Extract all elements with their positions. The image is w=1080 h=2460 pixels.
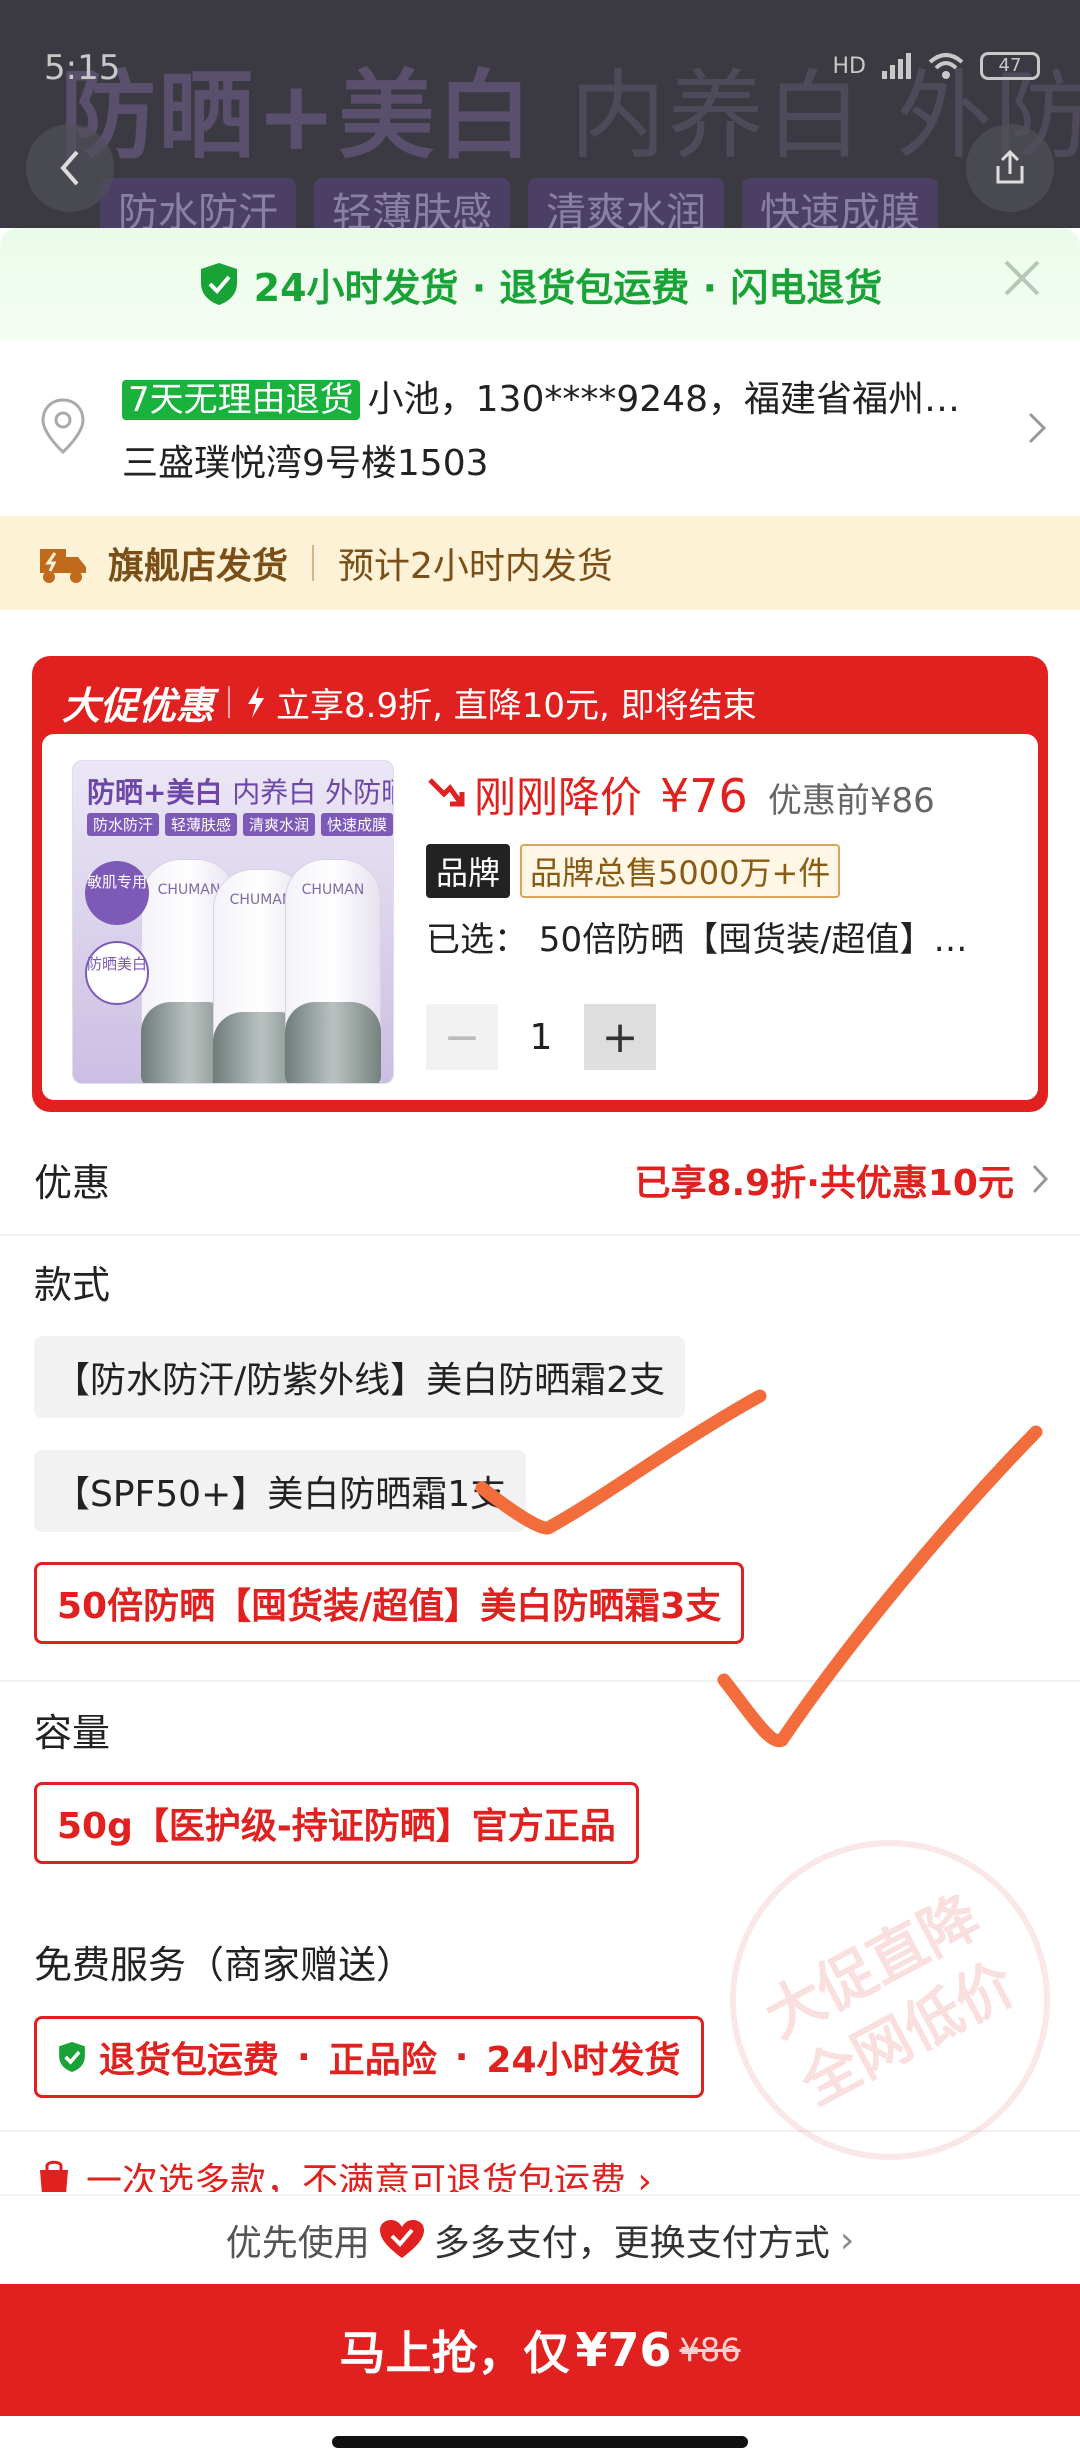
style-section-label: 款式	[34, 1263, 111, 1307]
services-badge[interactable]: 退货包运费 · 正品险 · 24小时发货	[34, 2016, 704, 2098]
price-down-arrow-icon	[428, 778, 465, 807]
shipping-guarantee-strip: 24小时发货 · 退货包运费 · 闪电退货	[0, 228, 1080, 340]
promo-card: 大促优惠 立享8.9折, 直降10元, 即将结束 防晒+美白 内养白 外防晒 防…	[32, 656, 1048, 1112]
back-button[interactable]	[26, 124, 114, 212]
delivery-truck-icon	[40, 549, 86, 583]
wifi-icon	[928, 53, 964, 79]
promo-product-panel: 防晒+美白 内养白 外防晒 防水防汗 轻薄肤感 清爽水润 快速成膜 CHUMAN…	[42, 734, 1038, 1100]
product-image-chip: 轻薄肤感	[165, 813, 237, 836]
return-policy-tag: 7天无理由退货	[122, 380, 360, 420]
product-thumbnail[interactable]: 防晒+美白 内养白 外防晒 防水防汗 轻薄肤感 清爽水润 快速成膜 CHUMAN…	[72, 760, 394, 1084]
quantity-decrease-button[interactable]: −	[426, 1004, 498, 1070]
multi-select-tip-text: 一次选多款，不满意可退货包运费 ›	[86, 2161, 652, 2192]
sensitive-skin-badge: 敏肌专用	[85, 861, 149, 925]
shield-check-icon	[59, 2042, 85, 2072]
services-section-label: 免费服务（商家赠送）	[34, 1943, 415, 1987]
product-image-chip: 快速成膜	[321, 813, 393, 836]
brand-tag: 品牌	[426, 844, 511, 898]
original-price: 优惠前¥86	[767, 781, 935, 821]
quantity-value[interactable]: 1	[498, 1017, 584, 1058]
price-row: 刚刚降价 ¥76 优惠前¥86	[426, 764, 935, 825]
banner-chip: 轻薄肤感	[314, 178, 510, 228]
share-icon	[996, 149, 1024, 184]
buy-button-label: 马上抢，仅	[339, 2326, 570, 2380]
payment-prefix: 优先使用	[225, 2223, 370, 2264]
shopping-bag-icon	[40, 2160, 68, 2192]
address-contact: 小池，130****9248，福建省福州…	[367, 379, 960, 420]
address-row[interactable]: 7天无理由退货 小池，130****9248，福建省福州… 三盛璞悦湾9号楼150…	[0, 340, 1080, 516]
price-drop-label: 刚刚降价	[474, 773, 643, 822]
separator: ·	[297, 2036, 311, 2078]
banner-chip: 快速成膜	[742, 178, 938, 228]
product-tube: CHUMAN	[285, 859, 381, 1083]
address-line-1: 7天无理由退货 小池，130****9248，福建省福州…	[122, 370, 960, 422]
discount-label: 优惠	[34, 1161, 111, 1205]
product-banner: 防晒+美白 内养白 外防晒 防水防汗 轻薄肤感 清爽水润 快速成膜	[0, 0, 1080, 228]
style-option-selected[interactable]: 50倍防晒【囤货装/超值】美白防晒霜3支	[34, 1562, 745, 1644]
capacity-section-label: 容量	[34, 1711, 111, 1755]
separator: ·	[454, 2036, 469, 2078]
home-indicator	[332, 2436, 748, 2448]
whitening-badge: 防晒美白	[85, 941, 149, 1005]
buy-button-original-price: ¥86	[679, 2331, 741, 2369]
divider	[312, 545, 315, 581]
service-item: 24小时发货	[486, 2040, 681, 2081]
heart-wallet-icon	[379, 2220, 424, 2258]
lightning-icon	[248, 686, 265, 718]
chevron-right-icon	[1028, 412, 1047, 444]
chevron-left-icon	[60, 150, 79, 186]
status-icons: HD 47	[833, 52, 1040, 80]
banner-chip: 清爽水润	[528, 178, 724, 228]
selected-variant: 已选： 50倍防晒【囤货装/超值】…	[426, 920, 968, 960]
quantity-increase-button[interactable]: +	[584, 1004, 656, 1070]
network-label: HD	[832, 53, 866, 79]
promo-header: 大促优惠 立享8.9折, 直降10元, 即将结束	[62, 672, 757, 732]
buy-now-button[interactable]: 马上抢，仅 ¥76 ¥86	[0, 2284, 1080, 2416]
address-line-2: 三盛璞悦湾9号楼1503	[122, 443, 489, 484]
divider	[228, 686, 231, 718]
chevron-right-icon	[1032, 1164, 1049, 1194]
discount-row[interactable]: 优惠 已享8.9折·共优惠10元	[0, 1130, 1080, 1236]
product-image-chips: 防水防汗 轻薄肤感 清爽水润 快速成膜	[87, 813, 393, 836]
close-button[interactable]	[1000, 256, 1044, 304]
style-option[interactable]: 【SPF50+】美白防晒霜1支	[34, 1450, 527, 1532]
location-pin-icon	[41, 398, 85, 455]
shipping-guarantee-text: 24小时发货 · 退货包运费 · 闪电退货	[253, 265, 883, 310]
promo-subtitle: 立享8.9折, 直降10元, 即将结束	[276, 685, 757, 726]
payment-method-row[interactable]: 优先使用 多多支付，更换支付方式 ›	[0, 2194, 1080, 2284]
product-image-title: 防晒+美白 内养白 外防晒	[87, 776, 394, 809]
store-shipping-title: 旗舰店发货	[108, 546, 289, 587]
service-item: 正品险	[328, 2040, 437, 2081]
signal-icon	[882, 53, 911, 79]
style-option[interactable]: 【防水防汗/防紫外线】美白防晒霜2支	[34, 1336, 686, 1418]
payment-method-text: 多多支付，更换支付方式	[433, 2223, 830, 2264]
brand-sales-badge: 品牌总售5000万+件	[520, 844, 841, 898]
product-brand: CHUMAN	[301, 882, 365, 898]
battery-icon: 47	[980, 52, 1040, 80]
banner-chip: 防水防汗	[100, 178, 296, 228]
banner-chips: 防水防汗 轻薄肤感 清爽水润 快速成膜	[100, 178, 938, 228]
checkmark-stroke	[717, 1425, 1043, 1748]
shipping-eta: 预计2小时内发货	[338, 546, 613, 587]
buy-button-price: ¥76	[575, 2323, 672, 2377]
capacity-option-selected[interactable]: 50g【医护级-持证防晒】官方正品	[34, 1782, 639, 1864]
multi-select-tip[interactable]: 一次选多款，不满意可退货包运费 ›	[34, 2152, 652, 2192]
product-image-chip: 清爽水润	[243, 813, 315, 836]
chevron-right-icon: ›	[839, 2219, 855, 2261]
close-icon	[1004, 260, 1040, 296]
divider	[0, 1680, 1080, 1682]
status-time: 5:15	[44, 48, 121, 88]
brand-row: 品牌 品牌总售5000万+件	[426, 844, 841, 898]
current-price: ¥76	[660, 769, 748, 823]
service-item: 退货包运费	[99, 2040, 280, 2081]
quantity-stepper: − 1 +	[426, 1004, 656, 1070]
share-button[interactable]	[966, 124, 1054, 212]
promo-stamp: 大促直降 全网低价	[673, 1783, 1080, 2217]
product-image-chip: 防水防汗	[87, 813, 159, 836]
promo-title: 大促优惠	[62, 683, 215, 728]
discount-value: 已享8.9折·共优惠10元	[634, 1163, 1014, 1204]
store-shipping-row: 旗舰店发货 预计2小时内发货	[0, 516, 1080, 610]
shield-check-icon	[200, 263, 237, 305]
